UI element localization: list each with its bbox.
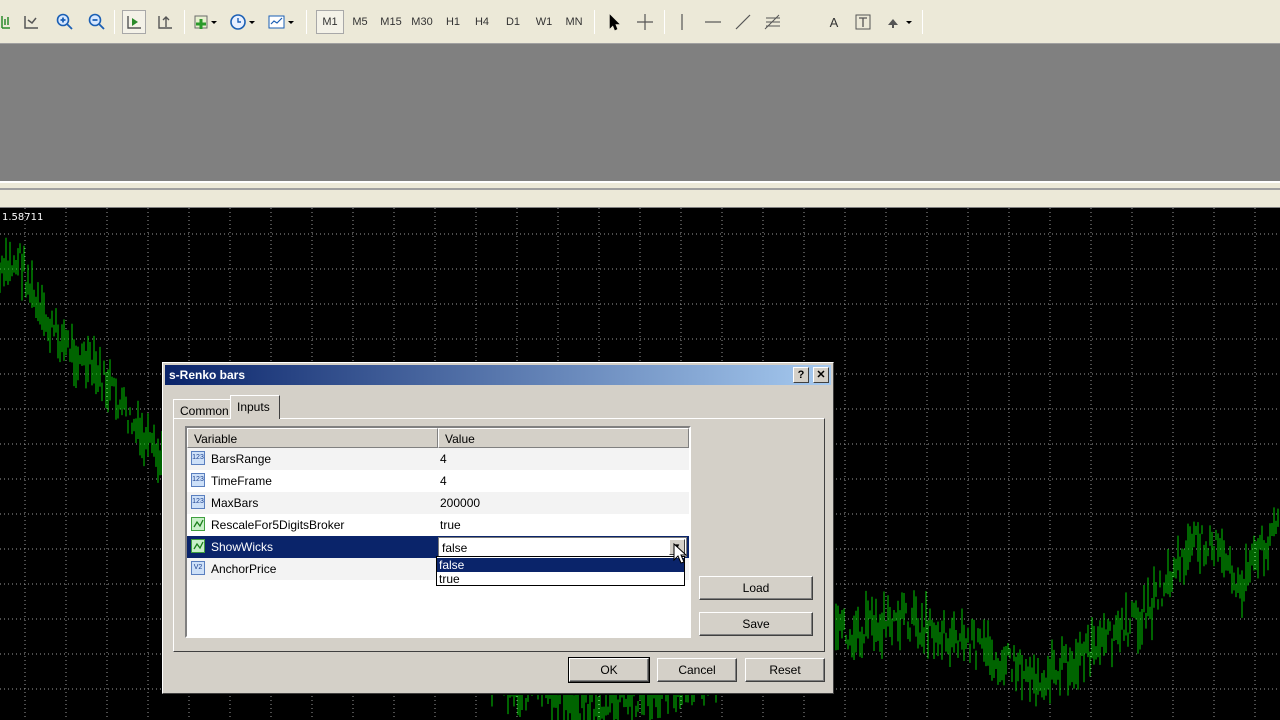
tab-inputs[interactable]: Inputs <box>230 395 280 419</box>
dropdown-option-true[interactable]: true <box>437 572 684 586</box>
variable-name: AnchorPrice <box>211 562 277 576</box>
boolean-icon <box>191 517 205 531</box>
variable-value[interactable]: 200000 <box>440 496 480 510</box>
auto-scroll-icon[interactable] <box>122 10 146 34</box>
mouse-pointer-icon <box>673 543 687 564</box>
variable-value[interactable]: 4 <box>440 452 447 466</box>
variable-name: ShowWicks <box>211 540 274 554</box>
templates-icon[interactable] <box>266 10 296 34</box>
toolbar-separator <box>664 10 665 34</box>
table-row[interactable]: 123 BarsRange 4 <box>187 448 689 470</box>
value-combobox[interactable]: false ▼ <box>438 537 687 557</box>
boolean-icon <box>191 539 205 553</box>
crosshair-icon[interactable] <box>634 10 656 34</box>
dialog-titlebar[interactable]: s-Renko bars ? ✕ <box>165 365 831 385</box>
close-button[interactable]: ✕ <box>813 367 829 383</box>
zoom-in-icon[interactable] <box>54 10 76 34</box>
periods-clock-icon[interactable] <box>228 10 258 34</box>
table-row[interactable]: RescaleFor5DigitsBroker true <box>187 514 689 536</box>
timeframe-w1[interactable]: W1 <box>530 10 558 34</box>
help-button[interactable]: ? <box>793 367 809 383</box>
variable-value[interactable]: 4 <box>440 474 447 488</box>
chart-bars-icon[interactable] <box>0 10 12 34</box>
table-row-selected[interactable]: ShowWicks false ▼ <box>187 536 689 558</box>
timeframe-m1[interactable]: M1 <box>316 10 344 34</box>
chart-shift-icon[interactable] <box>154 10 176 34</box>
vertical-line-icon[interactable] <box>672 10 692 34</box>
fibonacci-icon[interactable] <box>760 10 786 34</box>
main-toolbar: M1 M5 M15 M30 H1 H4 D1 W1 MN A <box>0 0 1280 44</box>
renko-properties-dialog: s-Renko bars ? ✕ Common Inputs Variable … <box>162 362 834 694</box>
splitter-line <box>0 188 1280 190</box>
candlestick-icon[interactable] <box>20 10 42 34</box>
trendline-icon[interactable] <box>732 10 754 34</box>
variable-name: MaxBars <box>211 496 259 510</box>
reset-button[interactable]: Reset <box>745 658 825 682</box>
combobox-value: false <box>442 541 468 555</box>
workspace-background <box>0 44 1280 181</box>
timeframe-d1[interactable]: D1 <box>499 10 527 34</box>
integer-icon: 123 <box>191 451 205 465</box>
load-button[interactable]: Load <box>699 576 813 600</box>
integer-icon: 123 <box>191 473 205 487</box>
dialog-title: s-Renko bars <box>169 368 246 382</box>
timeframe-h1[interactable]: H1 <box>439 10 467 34</box>
timeframe-m5[interactable]: M5 <box>346 10 374 34</box>
text-label-icon[interactable] <box>852 10 874 34</box>
tab-common[interactable]: Common <box>173 399 231 419</box>
arrows-dropdown-icon[interactable] <box>882 10 916 34</box>
cursor-icon[interactable] <box>602 10 626 34</box>
value-dropdown-list: false true <box>436 556 685 586</box>
text-tool-icon[interactable]: A <box>824 10 844 34</box>
variable-value[interactable]: true <box>440 518 461 532</box>
table-row[interactable]: 123 MaxBars 200000 <box>187 492 689 514</box>
horizontal-line-icon[interactable] <box>700 10 726 34</box>
variable-name: TimeFrame <box>211 474 272 488</box>
indicators-icon[interactable] <box>192 10 220 34</box>
window-splitter[interactable] <box>0 181 1280 208</box>
toolbar-separator <box>922 10 923 34</box>
timeframe-mn[interactable]: MN <box>560 10 588 34</box>
price-label: 1.58711 <box>2 212 44 223</box>
dropdown-option-false[interactable]: false <box>437 558 684 572</box>
timeframe-h4[interactable]: H4 <box>468 10 496 34</box>
toolbar-separator <box>306 10 307 34</box>
column-header-variable[interactable]: Variable <box>187 428 438 448</box>
timeframe-m30[interactable]: M30 <box>408 10 436 34</box>
inputs-grid: Variable Value 123 BarsRange 4 123 TimeF… <box>185 426 691 638</box>
toolbar-separator <box>594 10 595 34</box>
toolbar-separator <box>184 10 185 34</box>
integer-icon: 123 <box>191 495 205 509</box>
cancel-button[interactable]: Cancel <box>657 658 737 682</box>
toolbar-separator <box>114 10 115 34</box>
column-header-value[interactable]: Value <box>438 428 689 448</box>
save-button[interactable]: Save <box>699 612 813 636</box>
variable-name: RescaleFor5DigitsBroker <box>211 518 345 532</box>
double-icon: V2 <box>191 561 205 575</box>
table-row[interactable]: 123 TimeFrame 4 <box>187 470 689 492</box>
zoom-out-icon[interactable] <box>86 10 108 34</box>
variable-name: BarsRange <box>211 452 272 466</box>
ok-button[interactable]: OK <box>568 657 650 683</box>
timeframe-m15[interactable]: M15 <box>377 10 405 34</box>
